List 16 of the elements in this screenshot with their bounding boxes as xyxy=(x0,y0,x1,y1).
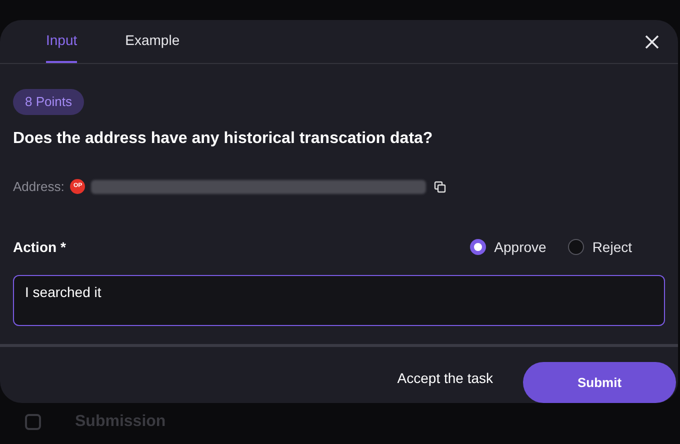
question-text: Does the address have any historical transcation data? xyxy=(13,129,434,149)
points-badge: 8 Points xyxy=(13,89,84,115)
radio-button[interactable] xyxy=(568,239,584,255)
radio-label: Reject xyxy=(592,238,632,257)
address-label: Address: xyxy=(13,178,64,196)
close-icon[interactable] xyxy=(644,34,660,50)
tab[interactable]: Input xyxy=(46,19,78,63)
answer-input-field[interactable]: I searched it xyxy=(13,274,665,326)
radio-label: Approve xyxy=(494,238,546,257)
action-label: Action * xyxy=(13,238,66,256)
accept-task-button[interactable]: Accept the task xyxy=(397,368,493,389)
tab[interactable]: Example xyxy=(125,19,180,63)
submit-button[interactable]: Submit xyxy=(523,362,676,403)
radio-button[interactable] xyxy=(470,239,486,255)
checkbox-icon xyxy=(25,414,41,430)
copy-icon[interactable] xyxy=(434,180,446,193)
